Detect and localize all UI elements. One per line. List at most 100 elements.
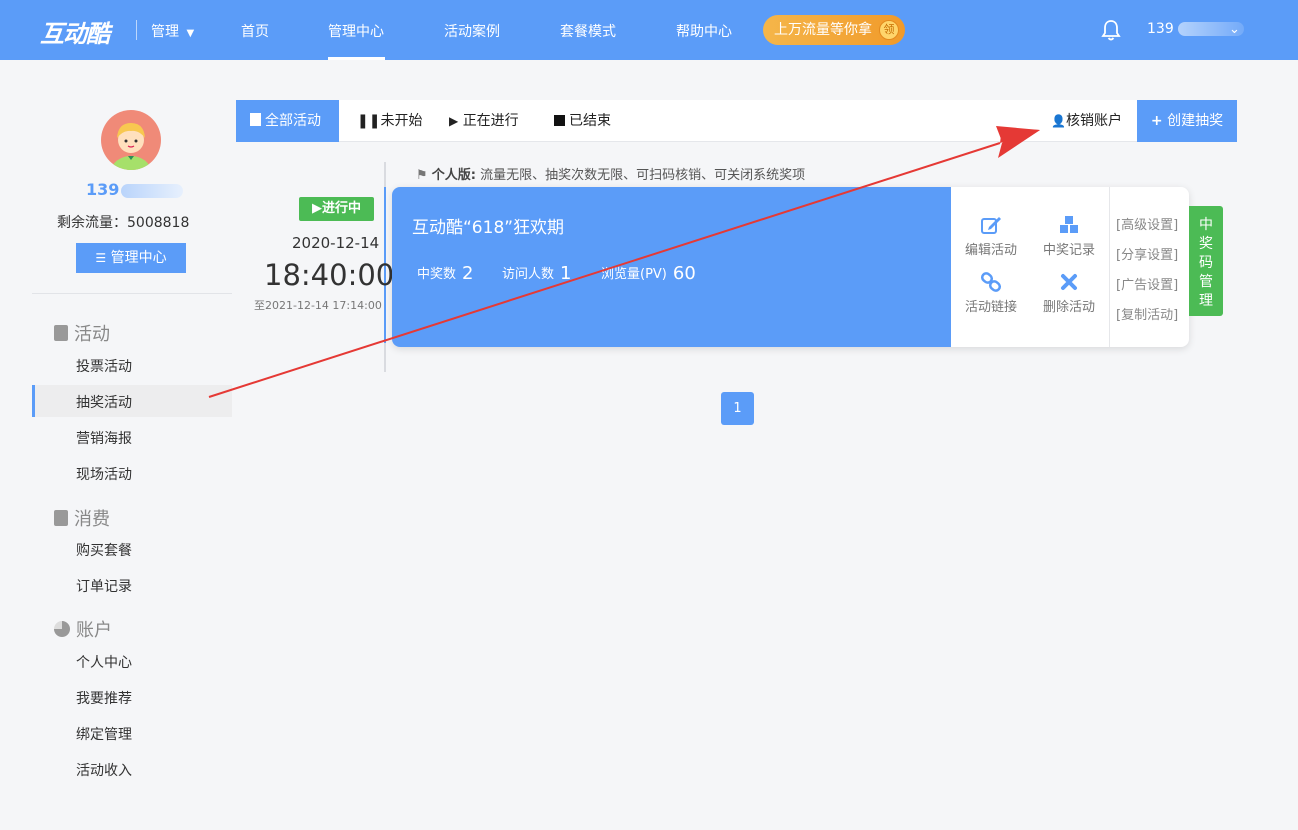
bell-icon[interactable] [1101, 19, 1121, 41]
chevron-down-icon[interactable]: ⌄ [1229, 22, 1240, 37]
stat-value: 60 [672, 263, 696, 284]
document-icon [54, 325, 68, 341]
stat-winners: 中奖数 2 [417, 263, 473, 284]
stat-label: 浏览量(PV) [601, 267, 667, 282]
delete-activity-button[interactable]: 删除活动 [1034, 272, 1104, 315]
prize-code-char: 中 [1199, 217, 1213, 233]
clipboard-icon [54, 510, 68, 526]
sidebar-group-consumption: 消费 [54, 505, 110, 531]
logo-divider [136, 20, 137, 40]
stat-visitors: 访问人数 1 [502, 263, 571, 284]
sidebar-item-lottery[interactable]: 抽奖活动 [76, 392, 132, 412]
file-icon [250, 113, 261, 126]
management-center-label: 管理中心 [110, 250, 167, 266]
tab-ended[interactable]: 已结束 [554, 100, 611, 142]
settings-divider [1109, 187, 1110, 347]
play-icon: ▶ [311, 201, 322, 216]
ad-settings-link[interactable]: [广告设置] [1116, 274, 1178, 293]
link-icon [980, 272, 1002, 292]
plus-icon: + [1150, 113, 1163, 129]
sidebar-item-vote[interactable]: 投票活动 [76, 356, 132, 376]
sidebar-item-orders[interactable]: 订单记录 [76, 576, 132, 596]
create-lottery-button[interactable]: + 创建抽奖 [1137, 100, 1237, 142]
edit-activity-button[interactable]: 编辑活动 [956, 215, 1026, 258]
user-phone-sidebar: 139 [86, 180, 184, 199]
nav-active-indicator [328, 57, 385, 60]
status-badge: ▶进行中 [299, 197, 374, 221]
sidebar-group-account: 账户 [54, 616, 112, 642]
nav-help[interactable]: 帮助中心 [676, 21, 732, 41]
sidebar-item-income[interactable]: 活动收入 [76, 760, 132, 780]
sidebar-item-onsite[interactable]: 现场活动 [76, 464, 132, 484]
stat-value: 1 [560, 263, 572, 284]
group-title: 消费 [74, 509, 110, 530]
activity-summary[interactable]: 互动酷“618”狂欢期 中奖数 2 访问人数 1 浏览量(PV) 60 [392, 187, 951, 347]
activity-link-button[interactable]: 活动链接 [956, 272, 1026, 315]
pie-chart-icon [54, 621, 70, 637]
tab-ongoing[interactable]: ▶ 正在进行 [449, 100, 519, 142]
stat-pageviews: 浏览量(PV) 60 [601, 263, 696, 284]
nav-packages[interactable]: 套餐模式 [560, 21, 616, 41]
list-icon: ☰ [95, 251, 107, 265]
sidebar-item-binding[interactable]: 绑定管理 [76, 724, 132, 744]
sidebar-divider [32, 293, 232, 294]
tab-label: 全部活动 [265, 113, 321, 129]
stat-label: 访问人数 [502, 267, 555, 282]
prize-code-management-button[interactable]: 中 奖 码 管 理 [1189, 206, 1223, 316]
group-title: 账户 [76, 620, 112, 641]
prize-code-char: 理 [1199, 293, 1213, 309]
prize-code-char: 奖 [1199, 236, 1213, 252]
sidebar-item-buy-package[interactable]: 购买套餐 [76, 540, 132, 560]
manage-dropdown[interactable]: 管理 ▼ [151, 21, 194, 41]
activity-date: 2020-12-14 [292, 234, 380, 252]
redacted-phone [121, 183, 184, 198]
promo-button[interactable]: 上万流量等你拿 领 [763, 15, 905, 45]
tab-not-started[interactable]: ❚❚未开始 [357, 100, 422, 142]
activity-end: 至2021-12-14 17:14:00 [254, 299, 382, 312]
avatar [101, 110, 161, 170]
nav-management-center[interactable]: 管理中心 [328, 21, 384, 41]
copy-activity-link[interactable]: [复制活动] [1116, 304, 1178, 323]
stat-value: 2 [462, 263, 474, 284]
create-label: 创建抽奖 [1167, 113, 1224, 129]
activity-time: 18:40:00 [264, 258, 395, 292]
group-title: 活动 [74, 324, 110, 345]
stat-label: 中奖数 [417, 267, 457, 282]
sidebar-item-referral[interactable]: 我要推荐 [76, 688, 132, 708]
activity-title[interactable]: 互动酷“618”狂欢期 [412, 213, 564, 238]
edit-icon [981, 217, 1001, 234]
remaining-flow: 剩余流量：5008818 [57, 212, 189, 232]
records-label: 中奖记录 [1042, 243, 1095, 258]
share-settings-link[interactable]: [分享设置] [1116, 244, 1178, 263]
coin-icon: 领 [879, 20, 899, 40]
status-label: 进行中 [321, 201, 361, 216]
verify-account-button[interactable]: 👤核销账户 [1051, 100, 1122, 142]
prize-code-char: 码 [1199, 255, 1213, 271]
management-center-button[interactable]: ☰ 管理中心 [76, 243, 186, 273]
pause-icon: ❚❚ [357, 113, 381, 129]
sidebar-active-indicator [32, 385, 35, 417]
tab-all[interactable]: 全部活动 [236, 100, 339, 142]
flag-icon: ⚑ [416, 168, 428, 183]
stop-icon [554, 115, 565, 126]
user-phone: 139 [1147, 21, 1174, 37]
nav-cases[interactable]: 活动案例 [444, 21, 500, 41]
user-icon: 👤 [1051, 114, 1066, 128]
flow-value: 5008818 [127, 215, 190, 231]
sidebar-item-profile[interactable]: 个人中心 [76, 652, 132, 672]
flow-label: 剩余流量： [57, 215, 127, 231]
close-icon [1061, 274, 1077, 290]
pagination-page-1[interactable]: 1 [721, 392, 754, 425]
top-navbar: 互动酷 管理 ▼ 首页 管理中心 活动案例 套餐模式 帮助中心 上万流量等你拿 … [0, 0, 1298, 60]
activity-tabbar: 全部活动 ❚❚未开始 ▶ 正在进行 已结束 👤核销账户 [236, 100, 1237, 142]
nav-home[interactable]: 首页 [241, 21, 269, 41]
tab-label: 已结束 [569, 113, 611, 129]
link-label: 活动链接 [964, 300, 1017, 315]
site-logo[interactable]: 互动酷 [40, 14, 110, 49]
cubes-icon [1060, 216, 1078, 233]
sidebar-item-poster[interactable]: 营销海报 [76, 428, 132, 448]
tab-label: 未开始 [380, 113, 423, 129]
edit-label: 编辑活动 [964, 243, 1017, 258]
advanced-settings-link[interactable]: [高级设置] [1116, 214, 1178, 233]
prize-records-button[interactable]: 中奖记录 [1034, 215, 1104, 258]
